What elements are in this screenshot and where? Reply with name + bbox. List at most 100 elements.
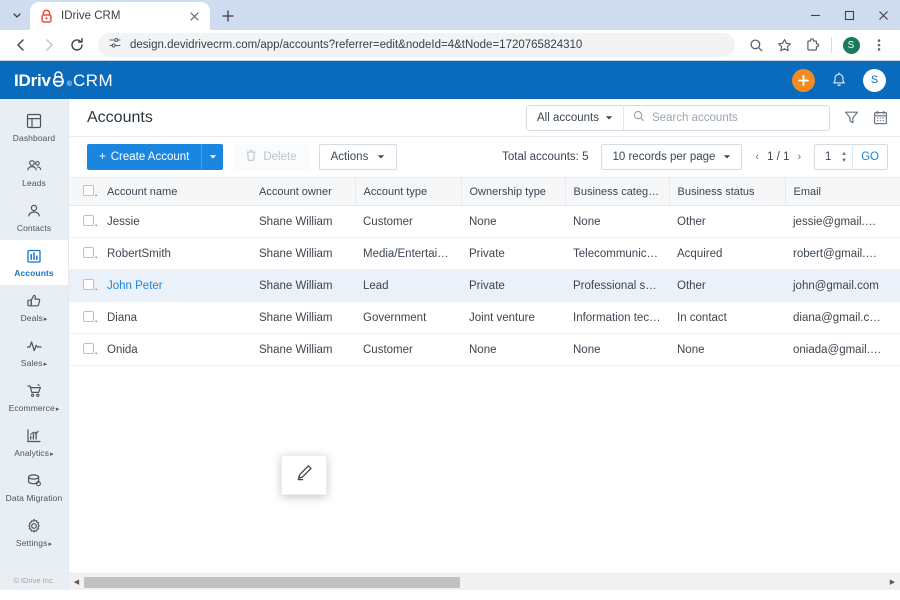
sidebar-item-settings[interactable]: Settings▸ (0, 510, 68, 555)
column-header-business-category[interactable]: Business category (565, 177, 670, 206)
table-row[interactable]: Jessie Shane William Customer None None … (69, 205, 900, 238)
search-field-wrapper[interactable] (624, 106, 829, 130)
create-account-dropdown-toggle[interactable] (201, 144, 224, 170)
row-checkbox[interactable] (83, 214, 94, 226)
actions-dropdown[interactable]: Actions (318, 144, 398, 170)
edit-pencil-icon[interactable] (295, 463, 314, 487)
create-account-label: Create Account (110, 151, 190, 163)
create-account-button[interactable]: + Create Account (87, 144, 202, 170)
table-row[interactable]: John Peter Shane William Lead Private Pr… (69, 269, 900, 302)
forward-arrow-icon[interactable] (36, 32, 62, 58)
cell-business-status: Other (669, 205, 785, 238)
scrollbar-track[interactable] (84, 576, 885, 588)
quick-add-button[interactable] (792, 68, 815, 92)
three-dot-menu-icon[interactable] (866, 32, 892, 58)
site-settings-icon[interactable] (108, 36, 122, 55)
stepper-up-icon[interactable]: ▲ (841, 151, 847, 157)
cell-account-name[interactable]: RobertSmith (99, 237, 251, 270)
cell-email: robert@gmail.com (785, 237, 890, 270)
maximize-button[interactable] (832, 0, 866, 30)
cell-account-name[interactable]: Onida (99, 333, 251, 366)
cell-account-type: Lead (355, 269, 461, 302)
column-header-business-status[interactable]: Business status (669, 177, 786, 206)
sidebar-item-data-migration[interactable]: Data Migration (0, 465, 68, 510)
pagination-controls: Total accounts: 5 10 records per page ‹ … (502, 144, 888, 170)
cell-business-status: In contact (669, 301, 785, 334)
row-select-cell (69, 333, 99, 366)
user-avatar[interactable]: S (863, 68, 886, 92)
delete-button[interactable]: Delete (233, 144, 309, 170)
sidebar-item-accounts[interactable]: Accounts (0, 240, 68, 285)
sidebar-item-label: Ecommerce▸ (8, 402, 60, 413)
prev-page-button[interactable]: ‹ (755, 151, 759, 163)
scroll-left-arrow-icon[interactable]: ◀ (69, 578, 84, 586)
close-icon[interactable] (186, 8, 202, 24)
minimize-button[interactable] (798, 0, 832, 30)
cell-account-name[interactable]: Diana (99, 301, 251, 334)
idrive-crm-logo[interactable]: IDriv ® CRM (14, 70, 113, 91)
thumbs-up-icon (26, 293, 42, 310)
horizontal-scrollbar[interactable]: ◀ ▶ (69, 573, 900, 590)
url-text: design.devidrivecrm.com/app/accounts?ref… (130, 39, 583, 51)
sidebar-item-ecommerce[interactable]: Ecommerce▸ (0, 375, 68, 420)
records-per-page-dropdown[interactable]: 10 records per page (601, 144, 743, 170)
column-header-email[interactable]: Email (785, 177, 890, 206)
search-input[interactable] (652, 111, 820, 124)
select-all-checkbox[interactable] (83, 184, 94, 196)
window-controls (798, 0, 900, 30)
sidebar-item-label: Settings▸ (15, 537, 53, 548)
scroll-right-arrow-icon[interactable]: ▶ (885, 578, 900, 586)
calendar-icon[interactable] (873, 110, 888, 125)
row-edit-popup[interactable] (281, 455, 327, 495)
stepper-down-icon[interactable]: ▼ (841, 158, 847, 164)
search-group: All accounts (525, 104, 830, 131)
sidebar-item-label: Dashboard (12, 132, 56, 143)
page-number-stepper[interactable]: ▲ ▼ (841, 151, 852, 164)
column-header-account-name[interactable]: Account name (99, 177, 251, 206)
cell-account-name[interactable]: John Peter (99, 269, 251, 302)
next-page-button[interactable]: › (797, 151, 801, 163)
cart-icon (26, 383, 43, 400)
row-checkbox[interactable] (83, 278, 94, 290)
go-button[interactable]: GO (852, 144, 887, 170)
cell-business-category: Telecommunications (565, 237, 669, 270)
row-checkbox[interactable] (83, 342, 94, 354)
reload-icon[interactable] (64, 32, 90, 58)
row-select-cell (69, 269, 99, 302)
column-header-account-type[interactable]: Account type (355, 177, 462, 206)
sidebar-item-contacts[interactable]: Contacts (0, 195, 68, 240)
table-row[interactable]: RobertSmith Shane William Media/Entertai… (69, 237, 900, 270)
chrome-profile-avatar[interactable]: S (838, 32, 864, 58)
sidebar-item-leads[interactable]: Leads (0, 150, 68, 195)
chevron-down-icon (605, 112, 613, 124)
sidebar-item-sales[interactable]: Sales▸ (0, 330, 68, 375)
table-row[interactable]: Diana Shane William Government Joint ven… (69, 301, 900, 334)
filter-funnel-icon[interactable] (844, 110, 859, 125)
search-icon[interactable] (743, 32, 769, 58)
cell-account-name[interactable]: Jessie (99, 205, 251, 238)
column-header-ownership-type[interactable]: Ownership type (461, 177, 566, 206)
back-arrow-icon[interactable] (8, 32, 34, 58)
column-header-account-owner[interactable]: Account owner (251, 177, 356, 206)
new-tab-button[interactable] (214, 2, 242, 30)
address-bar[interactable]: design.devidrivecrm.com/app/accounts?ref… (98, 33, 735, 57)
row-checkbox[interactable] (83, 310, 94, 322)
star-icon[interactable] (771, 32, 797, 58)
browser-tab[interactable]: IDrive CRM (30, 2, 210, 30)
close-window-button[interactable] (866, 0, 900, 30)
table-row[interactable]: Onida Shane William Customer None None N… (69, 333, 900, 366)
tab-search-chevron-icon[interactable] (4, 0, 30, 30)
sidebar-item-analytics[interactable]: Analytics▸ (0, 420, 68, 465)
page-number-input[interactable]: 1 (815, 151, 841, 163)
extensions-puzzle-icon[interactable] (799, 32, 825, 58)
cell-account-type: Customer (355, 205, 461, 238)
sidebar-item-dashboard[interactable]: Dashboard (0, 105, 68, 150)
trash-icon (245, 149, 257, 165)
page-title: Accounts (87, 108, 153, 126)
row-checkbox[interactable] (83, 246, 94, 258)
scrollbar-thumb[interactable] (84, 576, 461, 588)
bell-icon[interactable] (831, 71, 847, 89)
scope-filter-dropdown[interactable]: All accounts (527, 105, 624, 130)
sidebar-item-deals[interactable]: Deals▸ (0, 285, 68, 330)
action-toolbar: + Create Account Delete Actions Total ac… (69, 137, 900, 177)
